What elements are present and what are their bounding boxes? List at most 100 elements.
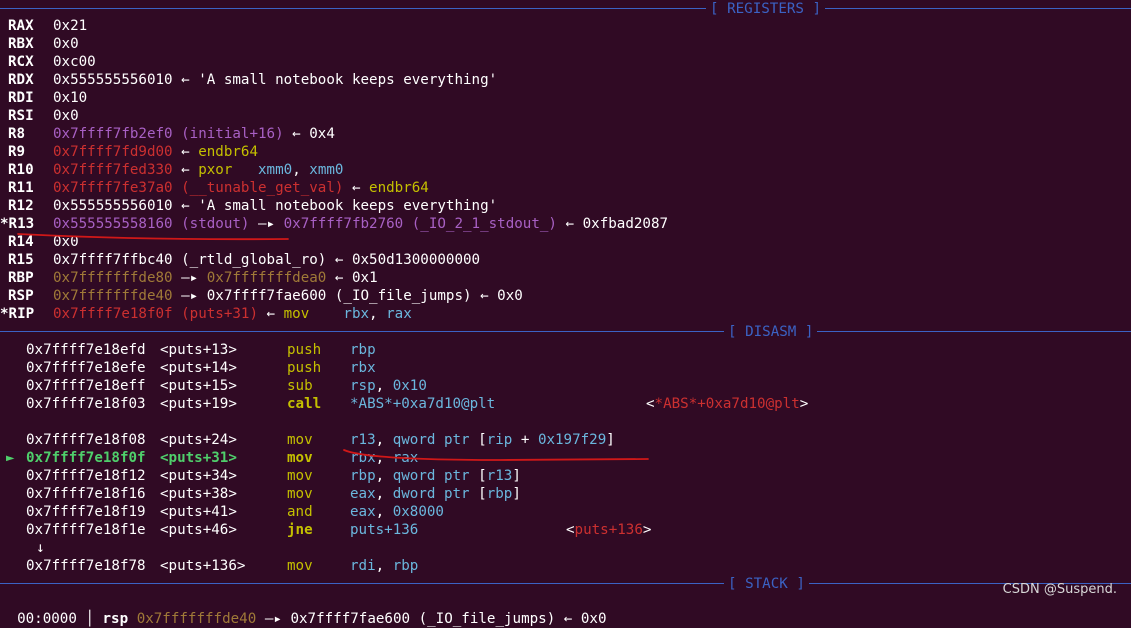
value-part: ] [512,486,521,502]
value-part: 0x7fffffffde40 [53,288,173,304]
value-part: 0x7ffff7ffbc40 (_rtld_global_ro) ← 0x50d… [53,252,481,268]
instruction-address: 0x7ffff7e18f03 [26,396,146,412]
value-part: —▸ 0x7ffff7fae600 (_IO_file_jumps) ← 0x0 [172,288,523,304]
register-name: RCX [8,54,34,70]
disasm-row: 0x7ffff7e18f19 <puts+41> and eax, 0x8000 [0,503,1131,521]
register-row-rip: *RIP 0x7ffff7e18f0f (puts+31) ← mov rbx, … [0,305,412,323]
value-part: qword ptr [392,468,470,484]
stack-row: 00:0000 │ rsp 0x7fffffffde40 —▸ 0x7ffff7… [17,611,607,627]
instruction-opcode: mov [287,486,313,502]
instruction-operands: rbp [350,341,376,359]
value-part: , [292,162,310,178]
value-part: , [369,306,387,322]
instruction-symbol: <puts+46> [160,522,237,538]
instruction-address: 0x7ffff7e18f78 [26,558,146,574]
instruction-address: 0x7ffff7e18eff [26,378,146,394]
registers-title: [ REGISTERS ] [706,0,826,18]
register-name: RSP [8,288,34,304]
register-name: *RIP [0,306,35,322]
value-part: 0x7ffff7fd9d00 [53,144,173,160]
value-part: puts+136 [350,522,419,538]
instruction-opcode: push [287,342,322,358]
instruction-operands: puts+136 [350,521,418,539]
registers-header: [ REGISTERS ] [0,0,1131,18]
instruction-operands: rbx [350,359,376,377]
instruction-operands: rsp, 0x10 [350,377,427,395]
value-part: ← [172,162,199,178]
instruction-opcode: and [287,504,313,520]
disasm-row: 0x7ffff7e18f1e <puts+46> jne puts+136 <puts+… [0,521,1131,539]
value-part: eax [350,504,376,520]
down-arrow-icon: ↓ [36,540,45,556]
instruction-symbol: <puts+15> [160,378,237,394]
register-name: RDI [8,90,34,106]
value-part: ← 0xfbad2087 [556,216,669,232]
value-part: 0x0 [53,108,79,124]
instruction-comment: <puts+136> [566,521,651,539]
value-part: 0x0 [53,36,79,52]
instruction-operands: eax, 0x8000 [350,503,444,521]
value-part: xmm0 [258,162,293,178]
instruction-operands: rdi, rbp [350,557,418,575]
instruction-symbol: <puts+14> [160,360,237,376]
register-row-rax: RAX 0x21 [8,17,87,35]
register-row-rdi: RDI 0x10 [8,89,87,107]
value-part: rbp [350,468,376,484]
instruction-address: 0x7ffff7e18efe [26,360,146,376]
value-part: rsp [350,378,376,394]
value-part: rbp [486,486,513,502]
instruction-operands: rbp, qword ptr [r13] [350,467,521,485]
value-part: 0x7fffffffde80 [53,270,173,286]
register-row-rdx: RDX 0x555555556010 ← 'A small notebook ke… [8,71,497,89]
annotation-underline-mov [343,449,649,461]
disasm-row: 0x7ffff7e18eff <puts+15> sub rsp, 0x10 [0,377,1131,395]
instruction-address: 0x7ffff7e18f19 [26,504,146,520]
value-part: [ [469,486,487,502]
value-part: 0x7fffffffdea0 [206,270,327,286]
register-row-r11: R11 0x7ffff7fe37a0 (__tunable_get_val) ← … [8,179,429,197]
value-part: 0x8000 [392,504,444,520]
value-part: pxor [198,162,259,178]
register-name: RAX [8,18,34,34]
value-part: > [642,522,652,538]
value-part: 0x7ffff7fb2760 (_IO_2_1_stdout_) [283,216,557,232]
instruction-address: 0x7ffff7e18f12 [26,468,146,484]
disasm-row: 0x7ffff7e18efe <puts+14> push rbx [0,359,1131,377]
value-part: 0x7ffff7fe37a0 (__tunable_get_val) [53,180,344,196]
register-row-rbp: RBP 0x7fffffffde80 —▸ 0x7fffffffdea0 ← 0x… [8,269,378,287]
disasm-title: [ DISASM ] [724,323,818,341]
register-row-r10: R10 0x7ffff7fed330 ← pxor xmm0, xmm0 [8,161,343,179]
register-name: R15 [8,252,34,268]
value-part: ← 0x1 [326,270,378,286]
instruction-symbol: <puts+41> [160,504,237,520]
value-part: rbx [350,360,376,376]
value-part: 0x555555556010 ← 'A small notebook keeps… [53,198,498,214]
value-part: dword ptr [392,486,470,502]
instruction-opcode: mov [287,558,313,574]
instruction-address: 0x7ffff7e18efd [26,342,146,358]
value-part: 0x555555556010 ← 'A small notebook keeps… [53,72,498,88]
value-part: 0x7fffffffde40 [136,611,257,627]
instruction-symbol: <puts+38> [160,486,237,502]
disasm-row: 0x7ffff7e18f12 <puts+34> mov rbp, qword ptr… [0,467,1131,485]
instruction-operands: eax, dword ptr [rbp] [350,485,521,503]
value-part: 0x10 [392,378,427,394]
stack-reg: rsp [102,611,129,627]
value-part: rbp [392,558,419,574]
register-name: R10 [8,162,34,178]
value-part: 0x7ffff7fb2ef0 (initial+16) [53,126,284,142]
value-part: , [375,468,393,484]
value-part: —▸ [172,270,207,286]
instruction-operands: *ABS*+0xa7d10@plt [350,395,495,413]
value-part: 0x7ffff7fed330 [53,162,173,178]
disasm-row: 0x7ffff7e18f78 <puts+136> mov rdi, rbp [0,557,1131,575]
value-part: < [646,396,655,412]
register-name: R11 [8,180,34,196]
value-part: endbr64 [369,180,429,196]
value-part: rdi [350,558,376,574]
register-row-r9: R9 0x7ffff7fd9d00 ← endbr64 [8,143,258,161]
disasm-row: 0x7ffff7e18efd <puts+13> push rbp [0,341,1131,359]
value-part: rbp [350,342,376,358]
value-part: ← [343,180,370,196]
register-name: R8 [8,126,26,142]
